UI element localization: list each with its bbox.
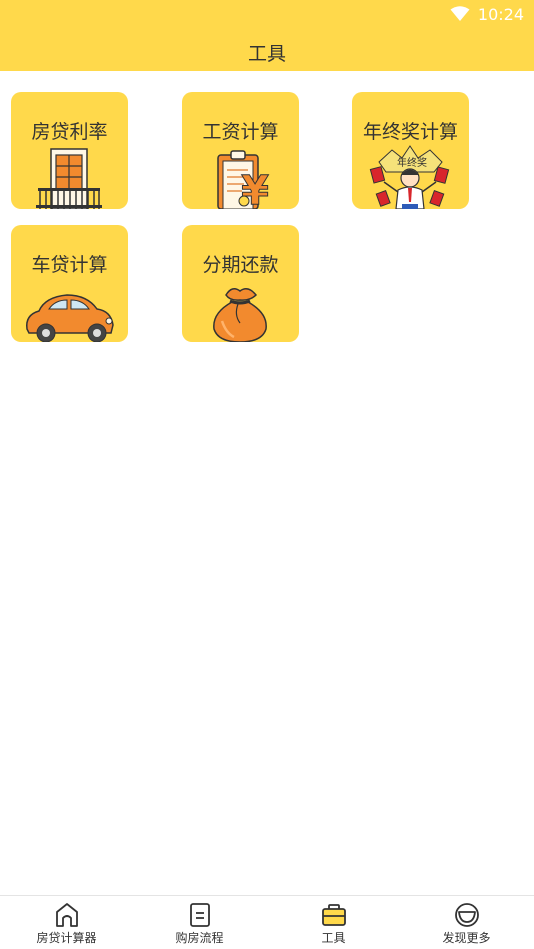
page-title: 工具 bbox=[247, 43, 286, 65]
status-time: 10:24 bbox=[477, 4, 524, 24]
clipboard-yuan-icon: ¥ bbox=[217, 150, 270, 209]
tool-card-car-loan[interactable]: 车贷计算 bbox=[11, 225, 128, 342]
celebrating-man-icon: 年终奖 bbox=[369, 145, 450, 209]
tool-card-installment[interactable]: 分期还款 bbox=[182, 225, 299, 342]
tool-card-salary-calc[interactable]: 工资计算 ¥ bbox=[182, 92, 299, 209]
nav-tab-discover-more[interactable]: 发现更多 bbox=[400, 896, 533, 949]
document-icon bbox=[189, 903, 210, 927]
nav-tab-purchase-process[interactable]: 购房流程 bbox=[133, 896, 266, 949]
nav-tab-label: 房贷计算器 bbox=[36, 931, 97, 945]
nav-tab-label: 工具 bbox=[321, 931, 346, 945]
discover-icon bbox=[454, 903, 479, 927]
home-icon bbox=[55, 903, 78, 927]
wifi-icon bbox=[450, 6, 470, 22]
bottom-nav: 房贷计算器 购房流程 工具 发现更多 bbox=[0, 895, 534, 949]
nav-tab-tools[interactable]: 工具 bbox=[267, 896, 400, 949]
top-bar: 10:24 工具 bbox=[0, 0, 534, 71]
svg-text:年终奖: 年终奖 bbox=[397, 156, 427, 169]
status-bar: 10:24 bbox=[450, 4, 524, 24]
car-icon bbox=[26, 294, 114, 342]
building-door-icon bbox=[36, 148, 102, 209]
nav-tab-label: 发现更多 bbox=[442, 931, 491, 945]
money-bag-icon bbox=[213, 288, 267, 342]
tool-card-mortgage-rate[interactable]: 房贷利率 bbox=[11, 92, 128, 209]
nav-tab-mortgage-calculator[interactable]: 房贷计算器 bbox=[0, 896, 133, 949]
tool-card-bonus-calc[interactable]: 年终奖计算 年终奖 bbox=[352, 92, 469, 209]
nav-tab-label: 购房流程 bbox=[175, 931, 224, 945]
briefcase-icon bbox=[321, 904, 346, 926]
